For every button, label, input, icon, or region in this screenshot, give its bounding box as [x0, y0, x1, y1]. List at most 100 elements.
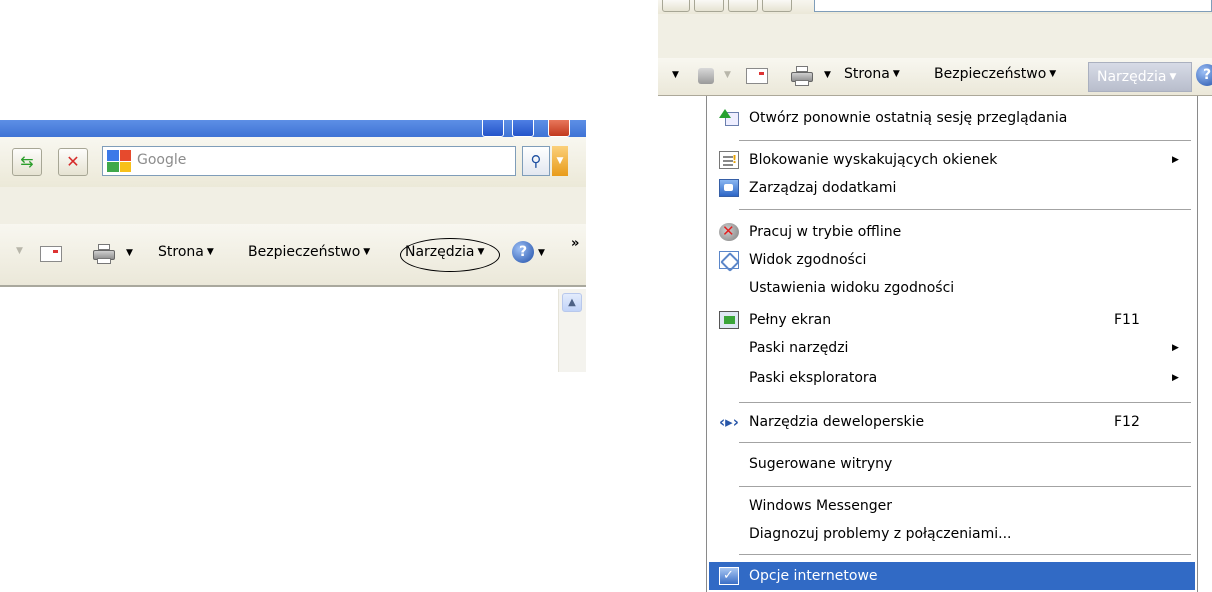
address-bar[interactable] — [814, 0, 1212, 12]
dropdown-arrow-icon[interactable]: ▼ — [16, 246, 23, 256]
page-content — [0, 289, 586, 372]
menu-item-compatibility-view-settings[interactable]: Ustawienia widoku zgodności — [709, 274, 1195, 302]
menu-item-reopen-last-session[interactable]: Otwórz ponownie ostatnią sesję przegląda… — [709, 104, 1195, 132]
menu-separator — [739, 554, 1191, 555]
internet-options-icon — [719, 567, 739, 585]
menu-separator — [739, 486, 1191, 487]
menu-item-label: Opcje internetowe — [749, 568, 878, 584]
toolbar-overflow-button[interactable]: » — [571, 236, 579, 251]
refresh-icon: ⇆ — [20, 152, 34, 171]
menu-item-work-offline[interactable]: Pracuj w trybie offline — [709, 218, 1195, 246]
page-menu-label: Strona — [158, 244, 204, 260]
magnifier-icon: ⚲ — [530, 152, 542, 170]
scroll-up-icon[interactable]: ▲ — [562, 293, 582, 312]
compatibility-view-icon — [719, 251, 739, 269]
tools-menu-label: Narzędzia — [1097, 69, 1167, 85]
stop-button[interactable] — [762, 0, 792, 12]
menu-item-label: Sugerowane witryny — [749, 456, 893, 472]
menu-item-diagnose-connection[interactable]: Diagnozuj problemy z połączeniami... — [709, 520, 1195, 548]
print-dropdown-icon[interactable]: ▼ — [824, 70, 831, 80]
menu-item-popup-blocker[interactable]: Blokowanie wyskakujących okienek ▶ — [709, 146, 1195, 174]
menu-separator — [739, 442, 1191, 443]
menu-item-label: Pracuj w trybie offline — [749, 224, 902, 240]
dropdown-arrow-icon[interactable]: ▼ — [672, 70, 679, 80]
mail-icon[interactable] — [40, 246, 62, 262]
page-menu-label: Strona — [844, 66, 890, 82]
menu-item-full-screen[interactable]: Pełny ekran F11 — [709, 306, 1195, 334]
tools-menu-button[interactable]: Narzędzia ▼ — [405, 244, 484, 260]
print-button[interactable] — [92, 244, 116, 264]
developer-tools-icon: ‹▸› — [719, 413, 739, 431]
rss-feed-icon[interactable] — [698, 68, 714, 84]
menu-item-suggested-sites[interactable]: Sugerowane witryny — [709, 450, 1195, 478]
stop-icon: ✕ — [66, 152, 80, 171]
search-placeholder: Google — [137, 152, 187, 168]
refresh-button[interactable] — [728, 0, 758, 12]
full-screen-icon — [719, 311, 739, 329]
submenu-arrow-icon: ▶ — [1172, 155, 1179, 165]
help-icon[interactable]: ? — [1196, 64, 1212, 86]
menu-item-shortcut: F12 — [1114, 414, 1140, 430]
favorites-bar — [658, 14, 1212, 58]
right-browser-crop: ▼ ▼ ▼ Strona ▼ Bezpieczeństwo ▼ Narzędzia ▼… — [658, 0, 1212, 592]
close-window-button[interactable] — [548, 120, 570, 137]
menu-item-label: Paski eksploratora — [749, 370, 878, 386]
page-menu-button[interactable]: Strona ▼ — [158, 244, 214, 260]
menu-item-label: Narzędzia deweloperskie — [749, 414, 925, 430]
mail-icon[interactable] — [746, 68, 768, 84]
menu-item-manage-addons[interactable]: Zarządzaj dodatkami — [709, 174, 1195, 202]
menu-item-label: Pełny ekran — [749, 312, 832, 328]
menu-item-label: Diagnozuj problemy z połączeniami... — [749, 526, 1012, 542]
help-dropdown-icon[interactable]: ▼ — [538, 248, 545, 258]
menu-separator — [739, 140, 1191, 141]
refresh-button[interactable]: ⇆ — [12, 148, 42, 176]
title-bar — [0, 120, 586, 137]
tools-dropdown-menu: Otwórz ponownie ostatnią sesję przegląda… — [706, 96, 1198, 592]
tools-menu-button[interactable]: Narzędzia ▼ — [1088, 62, 1192, 92]
print-button[interactable] — [790, 66, 814, 86]
menu-separator — [739, 209, 1191, 210]
print-dropdown-icon[interactable]: ▼ — [126, 248, 133, 258]
security-menu-button[interactable]: Bezpieczeństwo ▼ — [248, 244, 370, 260]
menu-item-label: Windows Messenger — [749, 498, 892, 514]
menu-item-shortcut: F11 — [1114, 312, 1140, 328]
submenu-arrow-icon: ▶ — [1172, 343, 1179, 353]
popup-blocker-icon — [719, 151, 739, 169]
search-options-button[interactable]: ▼ — [552, 146, 568, 176]
menu-item-windows-messenger[interactable]: Windows Messenger — [709, 492, 1195, 520]
stop-button[interactable]: ✕ — [58, 148, 88, 176]
menu-item-label: Otwórz ponownie ostatnią sesję przegląda… — [749, 110, 1068, 126]
security-menu-label: Bezpieczeństwo — [934, 66, 1047, 82]
vertical-scrollbar[interactable]: ▲ — [558, 289, 586, 372]
search-button[interactable]: ⚲ — [522, 146, 550, 176]
menu-item-label: Widok zgodności — [749, 252, 867, 268]
menu-item-label: Ustawienia widoku zgodności — [749, 280, 955, 296]
menu-item-label: Blokowanie wyskakujących okienek — [749, 152, 998, 168]
manage-addons-icon — [719, 179, 739, 197]
menu-item-label: Zarządzaj dodatkami — [749, 180, 897, 196]
menu-item-compatibility-view[interactable]: Widok zgodności — [709, 246, 1195, 274]
reopen-session-icon — [719, 109, 739, 127]
menu-item-internet-options[interactable]: Opcje internetowe — [709, 562, 1195, 590]
minimize-button[interactable] — [482, 120, 504, 137]
menu-item-label: Paski narzędzi — [749, 340, 849, 356]
security-menu-button[interactable]: Bezpieczeństwo ▼ — [934, 66, 1056, 82]
submenu-arrow-icon: ▶ — [1172, 373, 1179, 383]
page-menu-button[interactable]: Strona ▼ — [844, 66, 900, 82]
back-button[interactable] — [662, 0, 690, 12]
menu-item-developer-tools[interactable]: ‹▸› Narzędzia deweloperskie F12 — [709, 408, 1195, 436]
menu-separator — [739, 402, 1191, 403]
menu-item-explorer-bars[interactable]: Paski eksploratora ▶ — [709, 364, 1195, 392]
left-browser-crop: ⇆ ✕ Google ⚲ ▼ ▼ ▼ Strona ▼ Bezpieczeństw… — [0, 120, 586, 372]
work-offline-icon — [719, 222, 739, 241]
security-menu-label: Bezpieczeństwo — [248, 244, 361, 260]
forward-button[interactable] — [694, 0, 724, 12]
favorites-bar — [0, 187, 586, 224]
rss-dropdown-icon[interactable]: ▼ — [724, 70, 731, 80]
search-box[interactable]: Google — [102, 146, 516, 176]
menu-item-toolbars[interactable]: Paski narzędzi ▶ — [709, 334, 1195, 362]
maximize-button[interactable] — [512, 120, 534, 137]
google-logo-icon — [107, 150, 131, 172]
help-icon[interactable]: ? — [512, 241, 534, 263]
navigation-bar — [658, 0, 1212, 14]
